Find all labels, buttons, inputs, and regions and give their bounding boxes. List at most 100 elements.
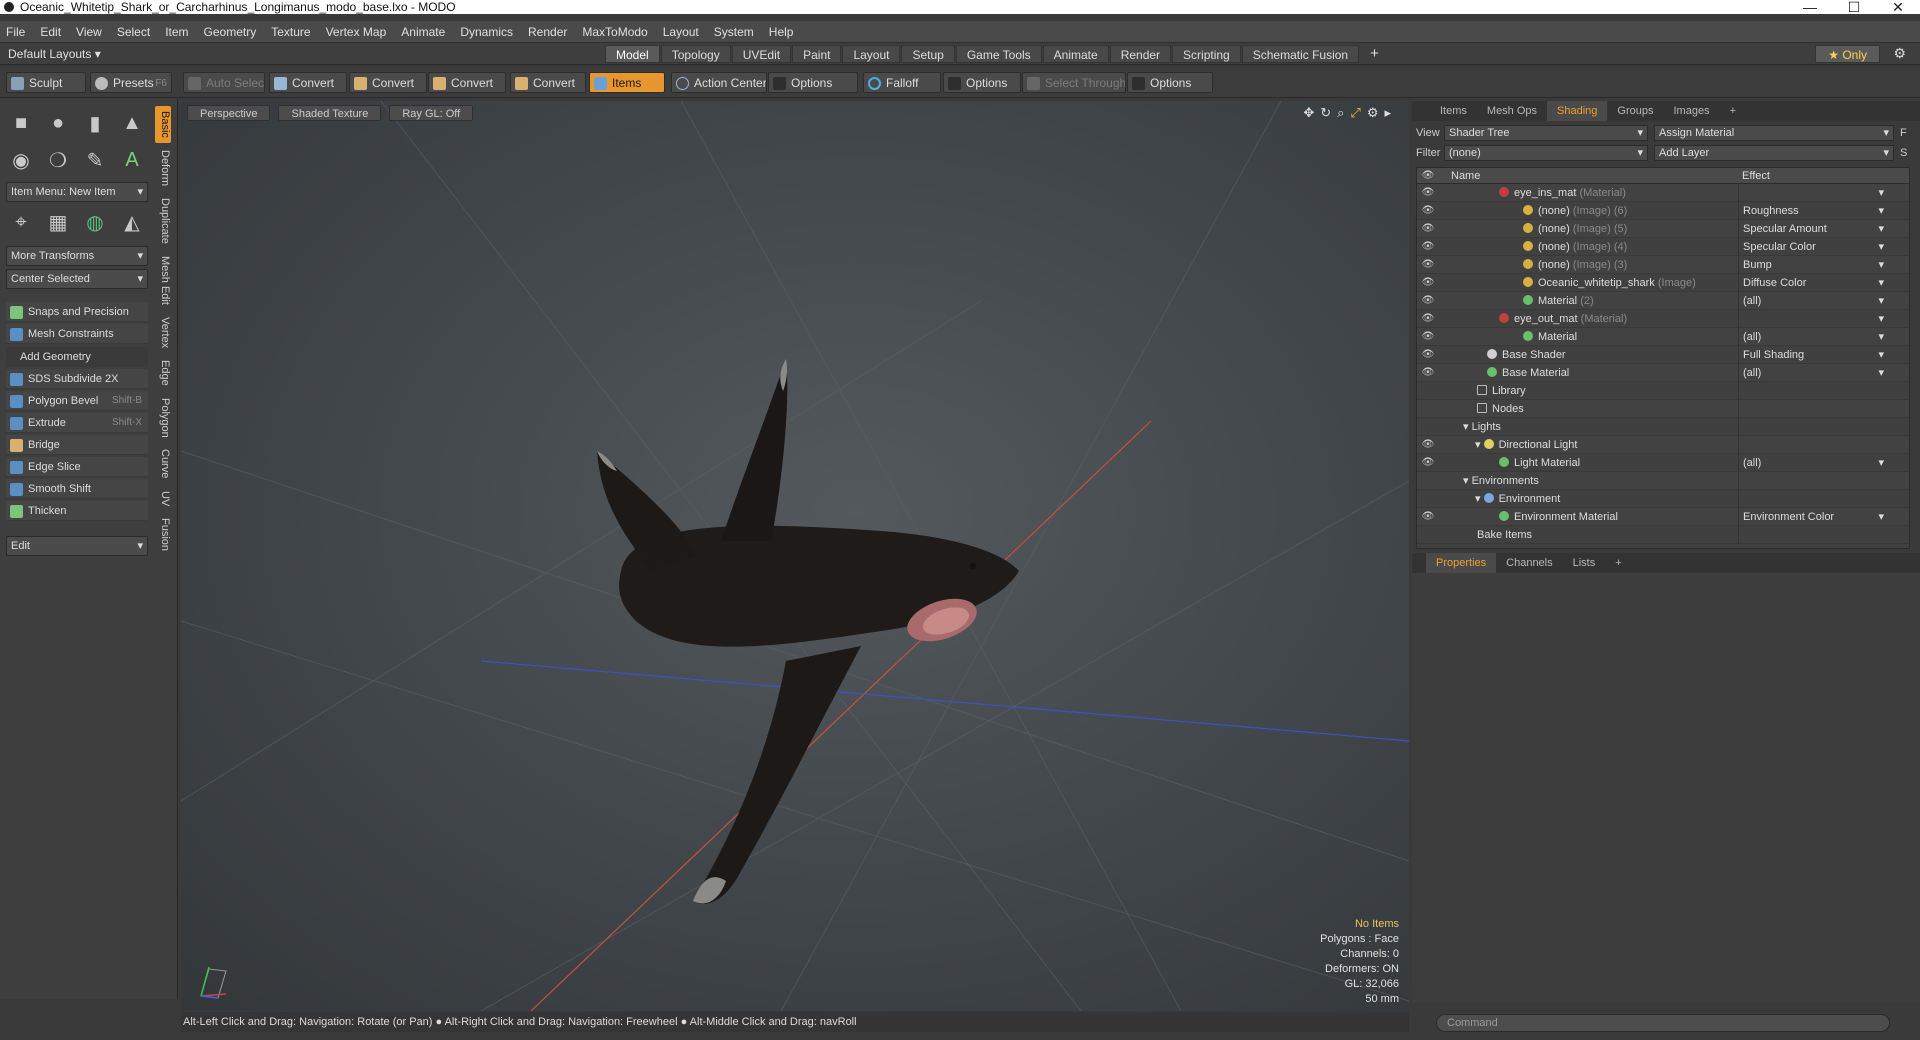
- maximize-button[interactable]: ☐: [1832, 0, 1876, 14]
- convert-button-2[interactable]: Convert: [349, 72, 427, 93]
- tab-images[interactable]: Images: [1664, 101, 1720, 121]
- tab-scripting[interactable]: Scripting: [1172, 45, 1241, 63]
- effect-column-header[interactable]: Effect: [1738, 168, 1888, 183]
- shading-button[interactable]: Shaded Texture: [278, 105, 382, 121]
- tab-groups[interactable]: Groups: [1607, 101, 1663, 121]
- tree-row[interactable]: 👁 (none) (Image) (4) Specular Color: [1417, 237, 1909, 256]
- effect-dropdown[interactable]: (all): [1738, 363, 1888, 382]
- menu-vertex-map[interactable]: Vertex Map: [326, 25, 387, 39]
- tab-layout[interactable]: Layout: [842, 45, 901, 63]
- eye-icon[interactable]: 👁: [1417, 511, 1439, 522]
- eye-icon[interactable]: 👁: [1417, 439, 1439, 450]
- tree-row[interactable]: ▾ Environments: [1417, 471, 1909, 490]
- tab-topology[interactable]: Topology: [660, 45, 731, 63]
- tab-properties[interactable]: Properties: [1426, 553, 1497, 573]
- effect-dropdown[interactable]: [1738, 309, 1888, 328]
- options-button-2[interactable]: Options: [943, 72, 1021, 93]
- rotate-icon[interactable]: ↻: [1320, 105, 1331, 121]
- perspective-button[interactable]: Perspective: [187, 105, 271, 121]
- pan-icon[interactable]: ✥: [1303, 105, 1314, 121]
- menu-layout[interactable]: Layout: [663, 25, 699, 39]
- eye-icon[interactable]: 👁: [1417, 259, 1439, 270]
- vtab-uv[interactable]: UV: [155, 486, 171, 511]
- menu-texture[interactable]: Texture: [271, 25, 310, 39]
- tab-setup[interactable]: Setup: [901, 45, 955, 63]
- view-dropdown[interactable]: Shader Tree: [1444, 125, 1648, 141]
- tree-row[interactable]: Bake Items: [1417, 525, 1909, 544]
- eye-icon[interactable]: 👁: [1417, 331, 1439, 342]
- viewport-settings-icon[interactable]: ⚙: [1367, 105, 1379, 121]
- convert-button-1[interactable]: Convert: [269, 72, 347, 93]
- convert-button-3[interactable]: Convert: [428, 72, 506, 93]
- tree-row[interactable]: 👁 (none) (Image) (5) Specular Amount: [1417, 219, 1909, 238]
- cylinder-icon[interactable]: ▮: [80, 108, 110, 138]
- sphere-icon[interactable]: ●: [43, 108, 73, 138]
- vtab-basic[interactable]: Basic: [155, 106, 171, 143]
- tree-row[interactable]: 👁 (none) (Image) (3) Bump: [1417, 255, 1909, 274]
- edit-dropdown[interactable]: Edit: [6, 536, 148, 556]
- vtab-curve[interactable]: Curve: [155, 444, 171, 483]
- tree-row[interactable]: 👁 Material (all): [1417, 327, 1909, 346]
- eye-icon[interactable]: 👁: [1417, 457, 1439, 468]
- tree-row[interactable]: 👁 Environment Material Environment Color: [1417, 507, 1909, 526]
- assign-material-button[interactable]: Assign Material: [1654, 125, 1894, 141]
- menu-system[interactable]: System: [714, 25, 754, 39]
- menu-item[interactable]: Item: [165, 25, 188, 39]
- gear-icon[interactable]: ⚙: [1893, 45, 1906, 62]
- tab-items[interactable]: Items: [1430, 101, 1477, 121]
- tree-row[interactable]: 👁 Base Shader Full Shading: [1417, 345, 1909, 364]
- effect-dropdown[interactable]: Environment Color: [1738, 507, 1888, 526]
- zoom-icon[interactable]: ⌕: [1337, 105, 1344, 121]
- options-button-1[interactable]: Options: [768, 72, 858, 93]
- vtab-vertex[interactable]: Vertex: [155, 312, 171, 353]
- tab-shading[interactable]: Shading: [1547, 101, 1608, 121]
- effect-dropdown[interactable]: (all): [1738, 291, 1888, 310]
- 3d-viewport[interactable]: Perspective Shaded Texture Ray GL: Off ✥…: [181, 101, 1409, 1011]
- add-layer-button[interactable]: Add Layer: [1654, 145, 1894, 161]
- tab-uvedit[interactable]: UVEdit: [731, 45, 792, 63]
- torus-icon[interactable]: ◉: [6, 145, 36, 175]
- vtab-deform[interactable]: Deform: [155, 145, 171, 191]
- convert-button-4[interactable]: Convert: [510, 72, 586, 93]
- effect-dropdown[interactable]: [1738, 183, 1888, 202]
- tree-row[interactable]: 👁 Material (2) (all): [1417, 291, 1909, 310]
- layouts-dropdown[interactable]: Default Layouts ▾: [8, 47, 101, 61]
- mesh-icon[interactable]: ▦: [43, 207, 73, 237]
- pen-icon[interactable]: ✎: [80, 145, 110, 175]
- center-selected-dropdown[interactable]: Center Selected: [6, 269, 148, 289]
- edge-slice-button[interactable]: Edge Slice: [6, 457, 148, 477]
- expand-arrow-icon[interactable]: ▾: [1475, 439, 1484, 451]
- effect-dropdown[interactable]: (all): [1738, 327, 1888, 346]
- effect-dropdown[interactable]: Diffuse Color: [1738, 273, 1888, 292]
- sds-subdivide-button[interactable]: SDS Subdivide 2X: [6, 369, 148, 389]
- menu-render[interactable]: Render: [528, 25, 567, 39]
- capsule-icon[interactable]: ❍: [43, 145, 73, 175]
- add-geometry-section[interactable]: Add Geometry: [6, 347, 148, 367]
- eye-icon[interactable]: 👁: [1417, 187, 1439, 198]
- snaps-button[interactable]: Snaps and Precision: [6, 302, 148, 322]
- expand-arrow-icon[interactable]: ▾: [1463, 475, 1472, 487]
- cube-icon[interactable]: ■: [6, 108, 36, 138]
- eye-icon[interactable]: 👁: [1417, 313, 1439, 324]
- tab-schematic-fusion[interactable]: Schematic Fusion: [1241, 45, 1360, 63]
- tab-animate[interactable]: Animate: [1042, 45, 1109, 63]
- minimize-button[interactable]: —: [1788, 0, 1832, 14]
- sculpt-button[interactable]: Sculpt: [6, 72, 86, 93]
- filter-dropdown[interactable]: (none): [1444, 145, 1648, 161]
- menu-view[interactable]: View: [76, 25, 102, 39]
- menu-select[interactable]: Select: [117, 25, 150, 39]
- extrude-button[interactable]: Extrude Shift-X: [6, 413, 148, 433]
- mesh-constraints-button[interactable]: Mesh Constraints: [6, 324, 148, 344]
- menu-file[interactable]: File: [6, 25, 25, 39]
- tree-row[interactable]: ▾ Environment: [1417, 489, 1909, 508]
- effect-dropdown[interactable]: Specular Color: [1738, 237, 1888, 256]
- tree-row[interactable]: 👁 Base Material (all): [1417, 363, 1909, 382]
- tree-row[interactable]: Nodes: [1417, 399, 1909, 418]
- menu-animate[interactable]: Animate: [401, 25, 445, 39]
- item-menu-dropdown[interactable]: Item Menu: New Item: [6, 182, 148, 202]
- expand-arrow-icon[interactable]: ▾: [1463, 421, 1472, 433]
- vtab-fusion[interactable]: Fusion: [155, 513, 171, 556]
- polygon-bevel-button[interactable]: Polygon Bevel Shift-B: [6, 391, 148, 411]
- raygl-button[interactable]: Ray GL: Off: [389, 105, 474, 121]
- expand-arrow-icon[interactable]: ▾: [1475, 493, 1484, 505]
